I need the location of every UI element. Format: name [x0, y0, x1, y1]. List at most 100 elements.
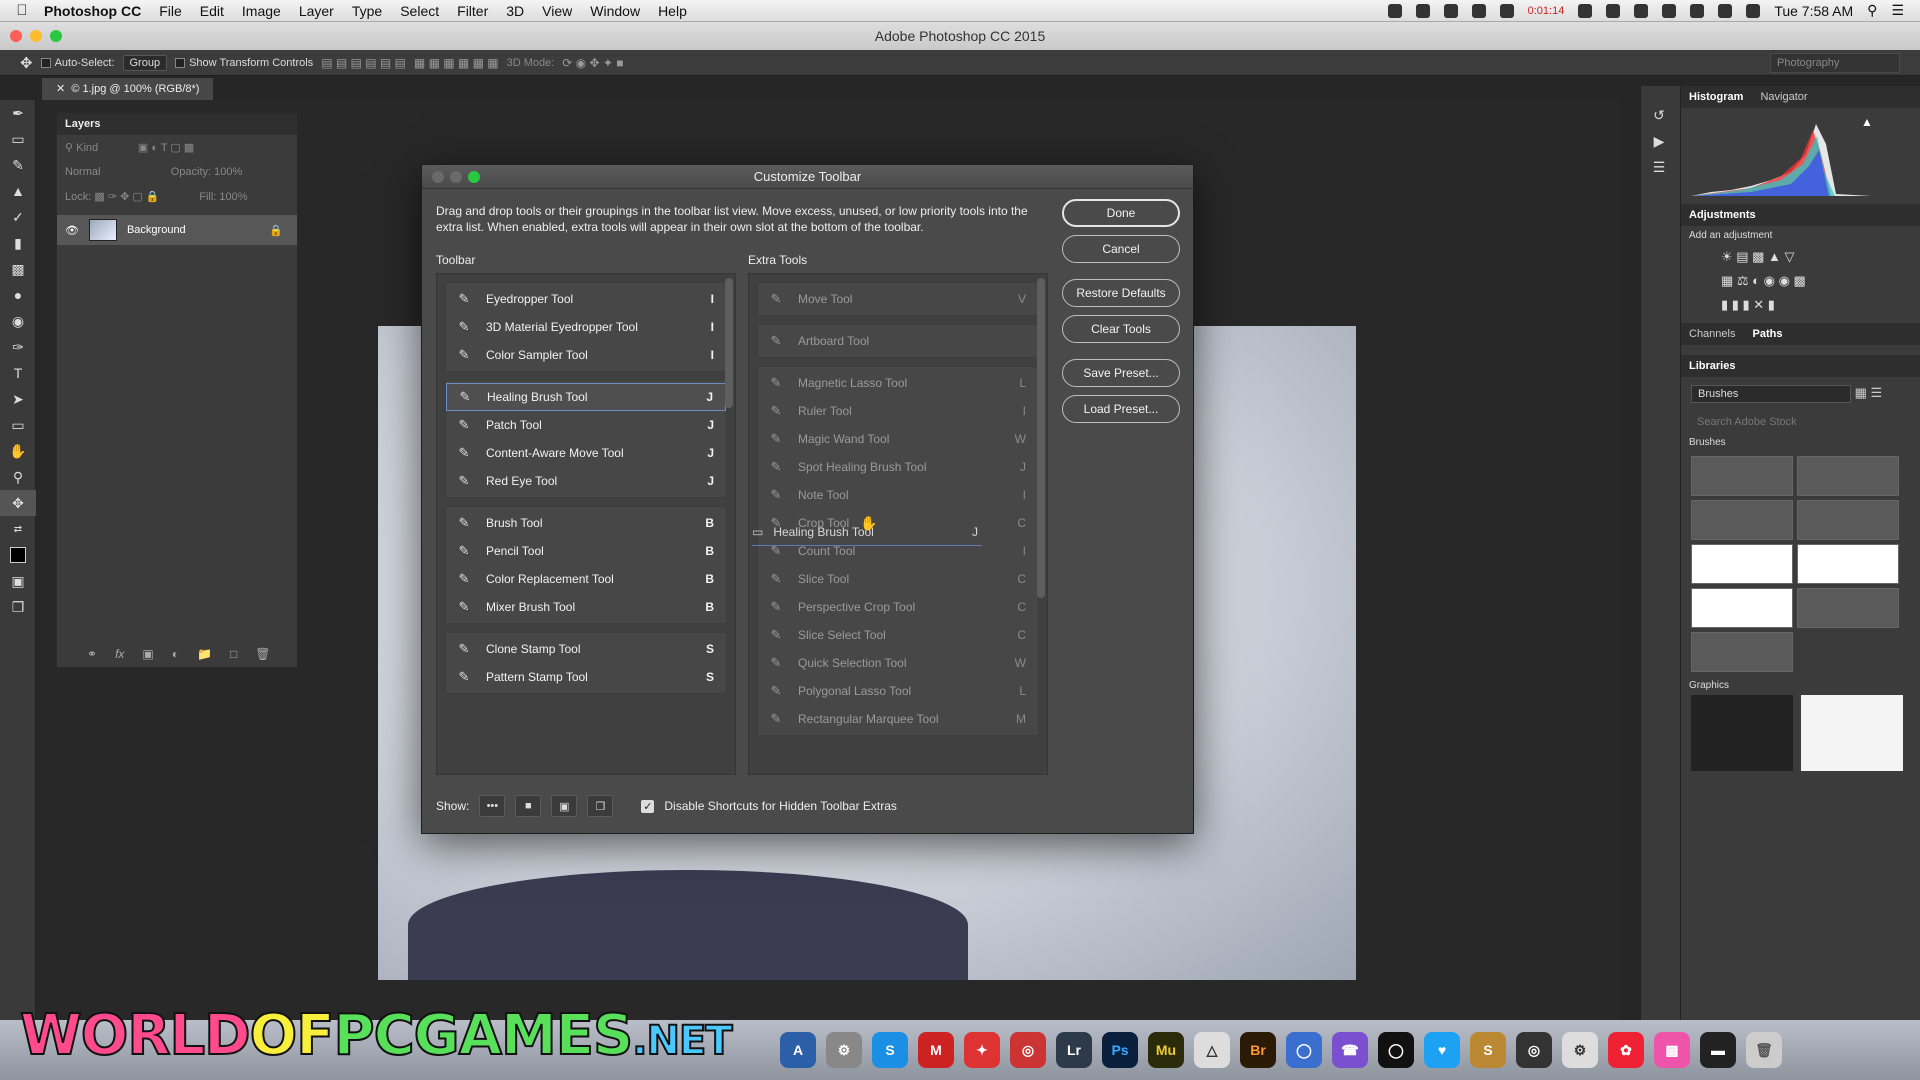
adjustment-icons-row-3[interactable]: ▮ ▮ ▮ ✕ ▮ — [1681, 293, 1920, 317]
layer-row-background[interactable]: 👁 Background 🔒 — [57, 215, 297, 245]
time-machine-icon[interactable] — [1662, 3, 1677, 18]
new-group-icon[interactable]: 📁 — [197, 647, 212, 661]
visibility-eye-icon[interactable]: 👁 — [65, 224, 79, 237]
lock-fill-row[interactable]: Lock: ▩ ✑ ✥ ▢ 🔒 Fill: 100% — [57, 184, 297, 209]
home-icon[interactable] — [1443, 3, 1458, 18]
brush-thumbnail[interactable] — [1797, 544, 1899, 584]
list-view-icon[interactable]: ☰ — [1871, 385, 1883, 400]
brush-thumbnail[interactable] — [1797, 500, 1899, 540]
dock-app-icon[interactable]: ✿ — [1608, 1032, 1644, 1068]
eraser-icon[interactable]: ▮ — [0, 230, 36, 256]
dock-trash-icon[interactable]: 🗑 — [1746, 1032, 1782, 1068]
tool-list-item[interactable]: ✎ Clone Stamp Tool S — [446, 635, 726, 663]
toolbar-list[interactable]: ✎ Eyedropper Tool I ✎ 3D Material Eyedropper… — [436, 273, 736, 775]
menu-type[interactable]: Type — [352, 3, 382, 19]
menu-filter[interactable]: Filter — [457, 3, 488, 19]
tool-list-item[interactable]: ✎ Color Replacement Tool B — [446, 565, 726, 593]
tool-list-item[interactable]: ✎ Brush Tool B — [446, 509, 726, 537]
dialog-close-icon[interactable] — [432, 171, 444, 183]
brush-icon[interactable]: ✎ — [0, 152, 36, 178]
screen-mode-icon[interactable]: ❐ — [0, 594, 36, 620]
zoom-icon[interactable]: ⚲ — [0, 464, 36, 490]
dock-app-icon[interactable]: ▩ — [1654, 1032, 1690, 1068]
tool-list-item[interactable]: ✎ Spot Healing Brush Tool J — [758, 453, 1038, 481]
graphic-thumbnail[interactable] — [1800, 695, 1903, 771]
type-icon[interactable]: T — [0, 360, 36, 386]
dodge-icon[interactable]: ◉ — [0, 308, 36, 334]
library-select[interactable]: Brushes — [1691, 385, 1851, 403]
dock-app-icon[interactable]: S — [872, 1032, 908, 1068]
dropbox-icon[interactable] — [1606, 3, 1621, 18]
dock-app-icon[interactable]: Br — [1240, 1032, 1276, 1068]
tool-group[interactable]: ✎ Magnetic Lasso Tool L ✎ Ruler Tool I ✎ Magic … — [757, 366, 1039, 736]
creative-cloud-icon[interactable] — [1387, 3, 1402, 18]
tool-list-item[interactable]: ✎ Ruler Tool I — [758, 397, 1038, 425]
tool-list-item[interactable]: ✎ Color Sampler Tool I — [446, 341, 726, 369]
blur-icon[interactable]: ● — [0, 282, 36, 308]
tab-paths[interactable]: Paths — [1753, 328, 1783, 340]
cancel-button[interactable]: Cancel — [1062, 235, 1180, 263]
dock-app-icon[interactable]: ◯ — [1378, 1032, 1414, 1068]
new-layer-icon[interactable]: □ — [230, 647, 237, 661]
info-icon[interactable] — [1499, 3, 1514, 18]
dialog-zoom-icon[interactable] — [468, 171, 480, 183]
tab-navigator[interactable]: Navigator — [1760, 91, 1807, 103]
tool-list-item[interactable]: ✎ Patch Tool J — [446, 411, 726, 439]
tool-group[interactable]: ✎ Healing Brush Tool J ✎ Patch Tool J ✎ Content… — [445, 380, 727, 498]
close-window-icon[interactable] — [10, 30, 22, 42]
dock-app-icon[interactable]: ◎ — [1516, 1032, 1552, 1068]
dock-app-icon[interactable]: ✦ — [964, 1032, 1000, 1068]
show-extras-button[interactable]: ••• — [479, 795, 506, 817]
zoom-window-icon[interactable] — [50, 30, 62, 42]
tool-list-item[interactable]: ✎ Magic Wand Tool W — [758, 425, 1038, 453]
notification-center-icon[interactable]: ☰ — [1891, 2, 1904, 19]
adjustment-layer-icon[interactable]: ◐ — [172, 647, 179, 661]
bell-icon[interactable] — [1578, 3, 1593, 18]
volume-icon[interactable] — [1746, 3, 1761, 18]
grid-view-icon[interactable]: ▦ — [1855, 385, 1867, 400]
layer-filter-row[interactable]: ⚲ Kind ▣ ◐ T ▢ ▩ — [57, 135, 297, 160]
rectangle-shape-icon[interactable]: ▭ — [0, 412, 36, 438]
move-icon[interactable]: ✥ — [0, 490, 36, 516]
tool-list-item[interactable]: ✎ Red Eye Tool J — [446, 467, 726, 495]
tool-list-item[interactable]: ✎ Slice Select Tool C — [758, 621, 1038, 649]
apple-menu-icon[interactable]:  — [0, 2, 44, 19]
eyedropper-icon[interactable]: ✒ — [0, 100, 36, 126]
dock-app-icon[interactable]: Ps — [1102, 1032, 1138, 1068]
spotlight-search-icon[interactable]: ⚲ — [1867, 2, 1877, 19]
close-tab-icon[interactable]: ✕ — [56, 83, 65, 95]
auto-select-dropdown[interactable]: Group — [122, 54, 168, 71]
quick-mask-icon[interactable]: ▣ — [0, 568, 36, 594]
extra-list-scrollbar[interactable] — [1037, 278, 1045, 598]
hand-icon[interactable]: ✋ — [0, 438, 36, 464]
actions-panel-icon[interactable]: ▶ — [1641, 128, 1677, 154]
tool-list-item[interactable]: ✎ Polygonal Lasso Tool L — [758, 677, 1038, 705]
menu-window[interactable]: Window — [590, 3, 640, 19]
tool-group[interactable]: ✎ Clone Stamp Tool S ✎ Pattern Stamp Tool S — [445, 632, 727, 694]
tab-histogram[interactable]: Histogram — [1689, 91, 1743, 103]
auto-select-checkbox[interactable]: Auto-Select: — [40, 57, 115, 69]
healing-brush-icon[interactable]: ▭ — [0, 126, 36, 152]
menu-select[interactable]: Select — [400, 3, 439, 19]
link-layers-icon[interactable]: ⚭ — [87, 647, 97, 661]
dock-app-icon[interactable]: Lr — [1056, 1032, 1092, 1068]
wifi-icon[interactable] — [1690, 3, 1705, 18]
minimize-window-icon[interactable] — [30, 30, 42, 42]
tool-group[interactable]: ✎ Eyedropper Tool I ✎ 3D Material Eyedropper… — [445, 282, 727, 372]
delete-layer-icon[interactable]: 🗑 — [255, 647, 270, 661]
dock-app-icon[interactable]: M — [918, 1032, 954, 1068]
dock-app-icon[interactable]: Mu — [1148, 1032, 1184, 1068]
tool-list-item[interactable]: ✎ Perspective Crop Tool C — [758, 593, 1038, 621]
distribute-icons[interactable]: ▦ ▦ ▦ ▦ ▦ ▦ — [414, 56, 499, 70]
adjustment-icons-row-2[interactable]: ▦ ⚖ ◐ ◉ ◉ ▩ — [1681, 269, 1920, 293]
tool-list-item[interactable]: ✎ Artboard Tool — [758, 327, 1038, 355]
tool-list-item[interactable]: ✎ Eyedropper Tool I — [446, 285, 726, 313]
dock-app-icon[interactable]: ⚙ — [1562, 1032, 1598, 1068]
tool-list-item[interactable]: ✎ Pencil Tool B — [446, 537, 726, 565]
drive-icon[interactable] — [1415, 3, 1430, 18]
load-preset-button[interactable]: Load Preset... — [1062, 395, 1180, 423]
menu-image[interactable]: Image — [242, 3, 281, 19]
tool-list-item[interactable]: ✎ Magnetic Lasso Tool L — [758, 369, 1038, 397]
move-tool-preset-icon[interactable]: ✥ — [20, 54, 33, 72]
menu-file[interactable]: File — [159, 3, 182, 19]
